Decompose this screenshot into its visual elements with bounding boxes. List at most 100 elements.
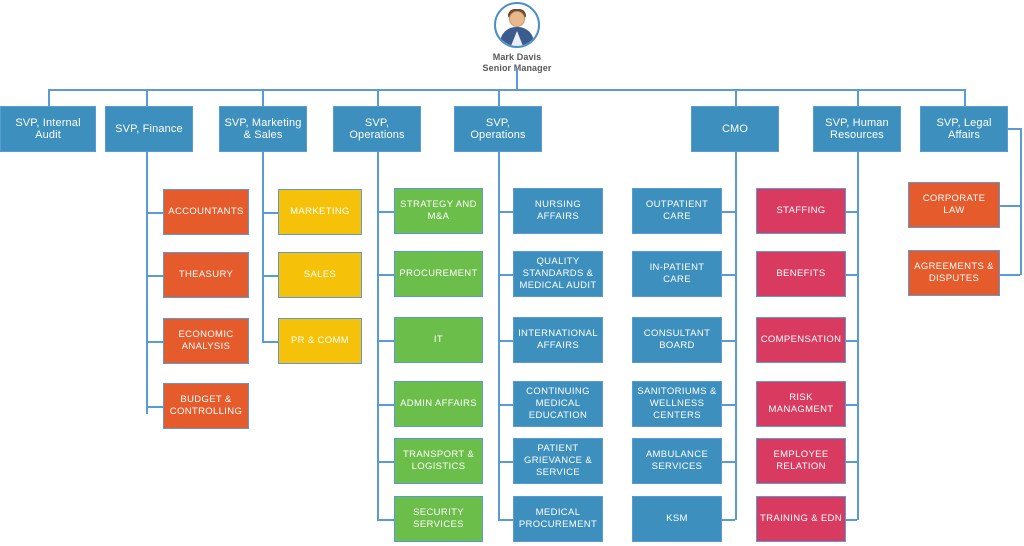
connector-drop-cmo	[735, 89, 737, 106]
connector-drop-marketing-sales	[262, 89, 264, 106]
leaf-budget-controlling[interactable]: BUDGET & CONTROLLING	[163, 383, 249, 429]
connector-drop-finance	[146, 89, 148, 106]
dept-internal-audit-label: SVP, Internal Audit	[15, 117, 81, 141]
leaf-compensation[interactable]: COMPENSATION	[756, 317, 846, 363]
dept-finance[interactable]: SVP, Finance	[105, 106, 193, 152]
connector-spine-operations-2	[498, 152, 500, 520]
connector-spine-human-resources	[857, 152, 859, 520]
leaf-it-label: IT	[433, 334, 444, 345]
dept-human-resources[interactable]: SVP, Human Resources	[813, 106, 901, 152]
leaf-strategy-ma-label: STRATEGY AND M&A	[400, 199, 477, 222]
leaf-procurement[interactable]: PROCUREMENT	[394, 251, 483, 297]
leaf-outpatient-care-label: OUTPATIENT CARE	[645, 199, 709, 222]
dept-operations-1-label: SVP, Operations	[349, 117, 405, 141]
leaf-admin-affairs-label: ADMIN AFFAIRS	[400, 398, 477, 409]
leaf-security-services[interactable]: SECURITY SERVICES	[394, 496, 483, 542]
leaf-accountants-label: ACCOUNTANTS	[168, 206, 244, 217]
leaf-employee-relation[interactable]: EMPLOYEE RELATION	[756, 438, 846, 484]
leaf-security-services-label: SECURITY SERVICES	[413, 507, 464, 530]
connector-branch-hr-4	[846, 404, 857, 406]
connector-branch-cmo-4	[722, 404, 735, 406]
leaf-benefits[interactable]: BENEFITS	[756, 251, 846, 297]
connector-branch-finance-3	[146, 341, 163, 343]
leaf-sanitoriums-wellness-centers-label: SANITORIUMS & WELLNESS CENTERS	[637, 386, 717, 421]
connector-branch-marketing-3	[262, 341, 278, 343]
connector-branch-ops2-6	[498, 519, 513, 521]
leaf-risk-managment[interactable]: RISK MANAGMENT	[756, 381, 846, 427]
connector-root-stem	[516, 68, 518, 90]
leaf-risk-managment-label: RISK MANAGMENT	[768, 392, 834, 415]
leaf-budget-controlling-label: BUDGET & CONTROLLING	[169, 394, 243, 417]
leaf-outpatient-care[interactable]: OUTPATIENT CARE	[632, 188, 722, 234]
leaf-agreements-disputes-label: AGREEMENTS & DISPUTES	[914, 261, 994, 284]
leaf-economic-analysis-label: ECONOMIC ANALYSIS	[178, 329, 234, 352]
leaf-employee-relation-label: EMPLOYEE RELATION	[773, 449, 829, 472]
connector-branch-cmo-1	[722, 211, 735, 213]
leaf-sales-label: SALES	[303, 269, 337, 280]
connector-spine-marketing-sales	[262, 152, 264, 341]
connector-branch-ops2-1	[498, 211, 513, 213]
connector-spine-operations-1	[377, 152, 379, 520]
leaf-it[interactable]: IT	[394, 317, 483, 363]
dept-internal-audit[interactable]: SVP, Internal Audit	[0, 106, 96, 152]
leaf-international-affairs-label: INTERNATIONAL AFFAIRS	[518, 328, 598, 351]
leaf-staffing[interactable]: STAFFING	[756, 188, 846, 234]
leaf-sales[interactable]: SALES	[278, 252, 362, 298]
connector-drop-human-resources	[857, 89, 859, 106]
connector-branch-finance-1	[146, 212, 163, 214]
leaf-continuing-medical-education[interactable]: CONTINUING MEDICAL EDUCATION	[513, 381, 603, 427]
leaf-training-edn[interactable]: TRAINING & EDN	[756, 496, 846, 542]
connector-branch-finance-4	[146, 406, 163, 408]
leaf-patient-grievance-service[interactable]: PATIENT GRIEVANCE & SERVICE	[513, 438, 603, 484]
leaf-pr-comm[interactable]: PR & COMM	[278, 318, 362, 364]
connector-branch-cmo-3	[722, 340, 735, 342]
leaf-nursing-affairs[interactable]: NURSING AFFAIRS	[513, 188, 603, 234]
dept-legal-affairs[interactable]: SVP, Legal Affairs	[920, 106, 1008, 152]
leaf-in-patient-care-label: IN-PATIENT CARE	[649, 262, 705, 285]
root-person-name: Mark Davis	[492, 52, 542, 62]
connector-branch-ops2-3	[498, 340, 513, 342]
dept-marketing-sales[interactable]: SVP, Marketing & Sales	[219, 106, 307, 152]
leaf-international-affairs[interactable]: INTERNATIONAL AFFAIRS	[513, 317, 603, 363]
leaf-quality-standards-label: QUALITY STANDARDS & MEDICAL AUDIT	[519, 256, 597, 291]
dept-cmo[interactable]: CMO	[691, 106, 779, 152]
connector-branch-ops1-1	[377, 211, 394, 213]
leaf-marketing[interactable]: MARKETING	[278, 189, 362, 235]
dept-operations-1[interactable]: SVP, Operations	[333, 106, 421, 152]
connector-drop-legal-affairs	[964, 89, 966, 106]
leaf-strategy-ma[interactable]: STRATEGY AND M&A	[394, 188, 483, 234]
connector-top-bus	[48, 89, 966, 91]
leaf-economic-analysis[interactable]: ECONOMIC ANALYSIS	[163, 318, 249, 364]
leaf-accountants[interactable]: ACCOUNTANTS	[163, 189, 249, 235]
connector-spine-legal-affairs	[1020, 128, 1022, 275]
leaf-corporate-law-label: CORPORATE LAW	[922, 193, 986, 216]
org-chart: Mark Davis Senior Manager SVP, Internal …	[0, 0, 1024, 546]
leaf-ksm[interactable]: KSM	[632, 496, 722, 542]
leaf-marketing-label: MARKETING	[290, 206, 350, 217]
leaf-benefits-label: BENEFITS	[776, 268, 826, 279]
leaf-training-edn-label: TRAINING & EDN	[760, 513, 842, 524]
leaf-consultant-board[interactable]: CONSULTANT BOARD	[632, 317, 722, 363]
connector-branch-ops2-4	[498, 404, 513, 406]
connector-branch-cmo-6	[722, 519, 735, 521]
leaf-in-patient-care[interactable]: IN-PATIENT CARE	[632, 251, 722, 297]
connector-branch-ops1-4	[377, 404, 394, 406]
root-person-node[interactable]: Mark Davis Senior Manager	[462, 2, 572, 74]
leaf-compensation-label: COMPENSATION	[760, 334, 842, 345]
leaf-theasury[interactable]: THEASURY	[163, 252, 249, 298]
dept-operations-2[interactable]: SVP, Operations	[454, 106, 542, 152]
connector-branch-ops1-5	[377, 461, 394, 463]
leaf-agreements-disputes[interactable]: AGREEMENTS & DISPUTES	[908, 250, 1000, 296]
leaf-transport-logistics[interactable]: TRANSPORT & LOGISTICS	[394, 438, 483, 484]
connector-branch-cmo-2	[722, 274, 735, 276]
leaf-ambulance-services[interactable]: AMBULANCE SERVICES	[632, 438, 722, 484]
leaf-nursing-affairs-label: NURSING AFFAIRS	[534, 199, 582, 222]
leaf-medical-procurement[interactable]: MEDICAL PROCUREMENT	[513, 496, 603, 542]
leaf-continuing-medical-education-label: CONTINUING MEDICAL EDUCATION	[526, 386, 590, 421]
leaf-corporate-law[interactable]: CORPORATE LAW	[908, 182, 1000, 228]
connector-branch-ops1-2	[377, 274, 394, 276]
leaf-sanitoriums-wellness-centers[interactable]: SANITORIUMS & WELLNESS CENTERS	[632, 381, 722, 427]
leaf-ksm-label: KSM	[666, 513, 688, 524]
leaf-admin-affairs[interactable]: ADMIN AFFAIRS	[394, 381, 483, 427]
leaf-quality-standards[interactable]: QUALITY STANDARDS & MEDICAL AUDIT	[513, 251, 603, 297]
